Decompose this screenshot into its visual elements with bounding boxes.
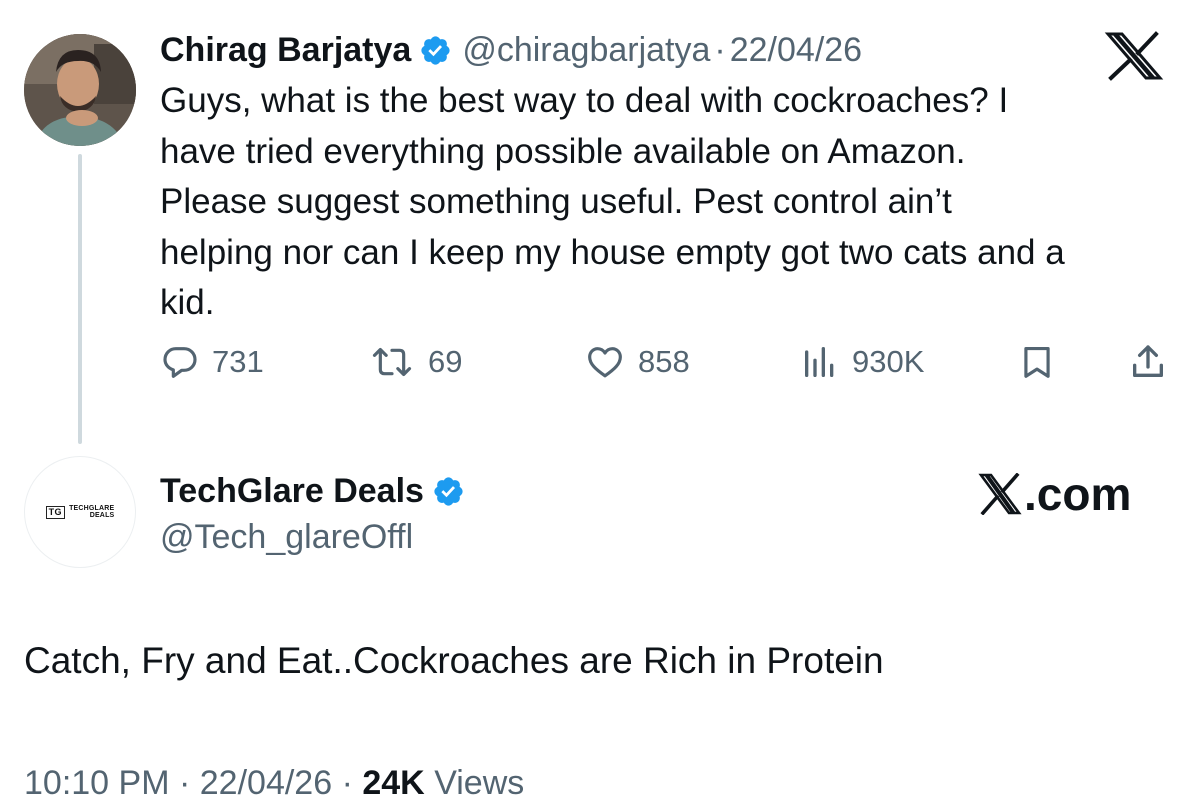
avatar-techglare[interactable]: TG TECHGLARE DEALS xyxy=(24,456,136,568)
parent-tweet-header: Chirag Barjatya @chiragbarjatya · 22/04/… xyxy=(160,27,862,73)
techglare-logo-line2: DEALS xyxy=(89,512,115,519)
tweet-screenshot: Chirag Barjatya @chiragbarjatya · 22/04/… xyxy=(0,0,1200,805)
x-logo-icon xyxy=(1098,31,1170,81)
meta-separator: · xyxy=(178,764,191,802)
repost-icon xyxy=(372,347,412,377)
repost-count: 69 xyxy=(428,344,463,379)
reply-time[interactable]: 10:10 PM xyxy=(24,764,170,802)
parent-tweet-text: Guys, what is the best way to deal with … xyxy=(160,81,1065,322)
reply-author-handle[interactable]: @Tech_glareOffl xyxy=(160,514,413,560)
reply-count: 731 xyxy=(212,344,264,379)
views-count: 930K xyxy=(852,344,925,379)
techglare-logo: TG TECHGLARE DEALS xyxy=(45,505,115,519)
like-count: 858 xyxy=(638,344,690,379)
x-logo-icon xyxy=(978,473,1022,515)
reply-views-label: Views xyxy=(434,764,525,802)
techglare-logo-badge: TG xyxy=(45,505,66,519)
verified-badge-icon xyxy=(432,475,465,508)
like-button[interactable]: 858 xyxy=(584,338,690,386)
thread-connector-line xyxy=(78,154,82,444)
reply-tweet-text: Catch, Fry and Eat..Cockroaches are Rich… xyxy=(24,640,884,681)
share-icon xyxy=(1133,345,1163,377)
repost-button[interactable]: 69 xyxy=(368,338,462,386)
techglare-logo-line1: TECHGLARE xyxy=(69,505,115,512)
tweet-date[interactable]: 22/04/26 xyxy=(730,27,862,73)
meta-separator: · xyxy=(341,764,353,802)
views-icon xyxy=(805,347,834,377)
reply-tweet-meta: 10:10 PM · 22/04/26 · 24K Views xyxy=(24,760,524,805)
bookmark-icon xyxy=(1024,346,1050,378)
share-button[interactable] xyxy=(1128,338,1168,386)
avatar-chirag[interactable] xyxy=(24,34,136,146)
author-name[interactable]: Chirag Barjatya xyxy=(160,27,411,73)
separator-dot: · xyxy=(714,31,726,69)
author-handle[interactable]: @chiragbarjatya xyxy=(462,27,710,73)
parent-tweet-actions: 731 69 858 930K xyxy=(160,338,1180,386)
reply-button[interactable]: 731 xyxy=(160,338,264,386)
x-com-suffix: .com xyxy=(1024,468,1132,520)
views-button[interactable]: 930K xyxy=(800,338,924,386)
x-com-watermark: .com xyxy=(978,466,1131,522)
reply-views-count[interactable]: 24K xyxy=(362,764,424,802)
heart-icon xyxy=(588,347,622,378)
reply-author-name[interactable]: TechGlare Deals xyxy=(160,472,424,511)
reply-author-row: TechGlare Deals xyxy=(160,468,475,514)
bookmark-button[interactable] xyxy=(1018,338,1056,386)
verified-badge-icon xyxy=(419,34,452,67)
reply-icon xyxy=(163,347,197,378)
reply-date[interactable]: 22/04/26 xyxy=(200,764,332,802)
